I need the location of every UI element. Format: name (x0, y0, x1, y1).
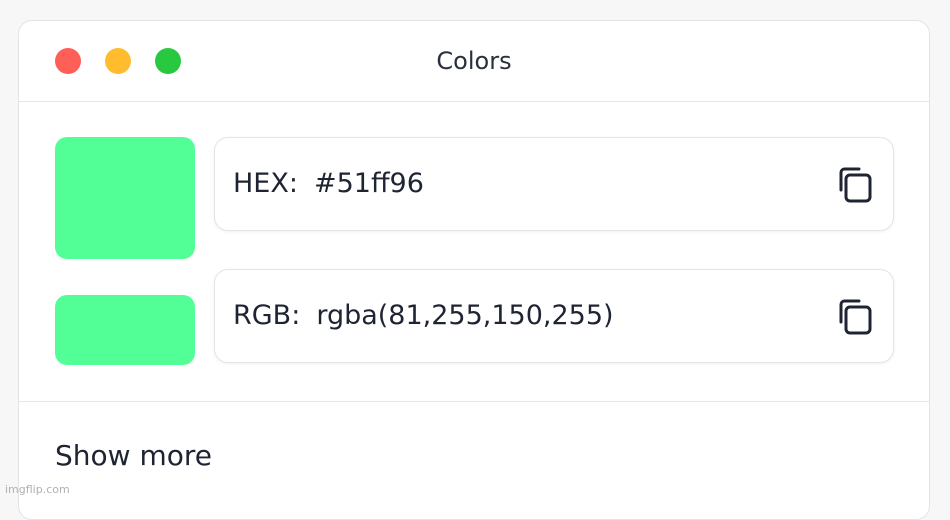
hex-value-text: HEX: #51ff96 (233, 138, 424, 230)
watermark: imgflip.com (5, 483, 70, 496)
rgb-value-text: RGB: rgba(81,255,150,255) (233, 270, 614, 362)
copy-icon (839, 167, 872, 203)
window-title: Colors (436, 47, 512, 75)
rgb-value: rgba(81,255,150,255) (316, 300, 614, 331)
hex-value: #51ff96 (313, 168, 424, 199)
section-divider (19, 401, 929, 402)
rgb-value-field: RGB: rgba(81,255,150,255) (214, 269, 894, 363)
color-swatch-small (55, 295, 195, 365)
colors-window: Colors HEX: #51ff96 RGB: rgba(81,255,150,2… (18, 20, 930, 520)
copy-hex-button[interactable] (833, 164, 875, 206)
show-more-link[interactable]: Show more (55, 439, 212, 472)
copy-rgb-button[interactable] (833, 296, 875, 338)
title-bar: Colors (19, 21, 929, 102)
color-swatch-large (55, 137, 195, 259)
hex-value-field: HEX: #51ff96 (214, 137, 894, 231)
copy-icon (839, 299, 872, 335)
hex-label: HEX: (233, 168, 298, 199)
rgb-label: RGB: (233, 300, 301, 331)
